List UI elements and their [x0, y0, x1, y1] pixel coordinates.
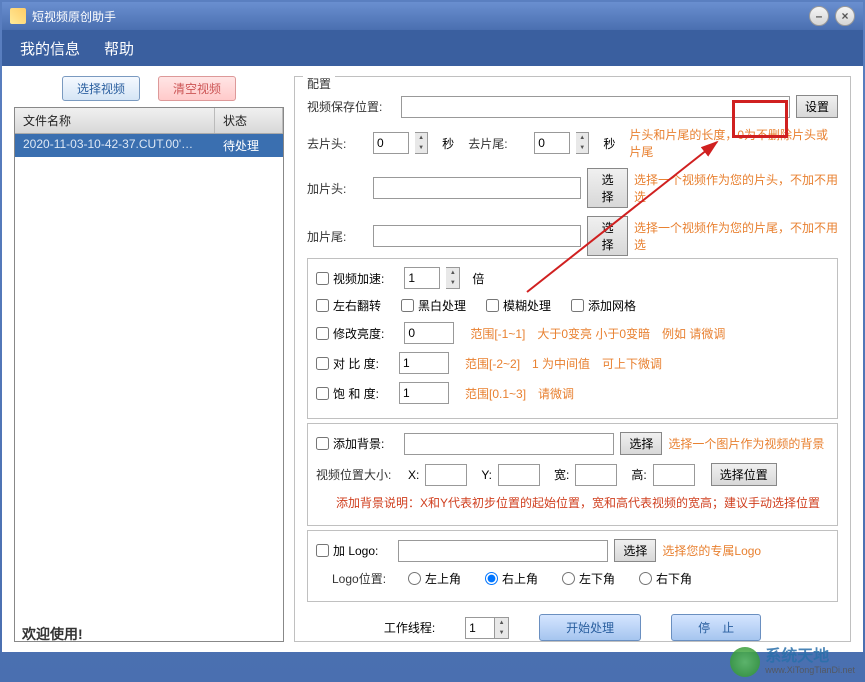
- w-label: 宽:: [554, 466, 569, 483]
- h-input[interactable]: [653, 464, 695, 486]
- menu-my-info[interactable]: 我的信息: [20, 38, 80, 59]
- choose-head-button[interactable]: 选择: [587, 168, 628, 208]
- add-tail-hint: 选择一个视频作为您的片尾，不加不用选: [634, 219, 838, 253]
- effects-group: 视频加速: ▲▼ 倍 左右翻转 黑白处理 模糊处理 添加网格 修改亮度: 范围[…: [307, 258, 838, 419]
- brightness-hint: 范围[-1~1] 大于0变亮 小于0变暗 例如 请微调: [470, 325, 725, 342]
- trim-head-label: 去片头:: [307, 135, 367, 152]
- config-legend: 配置: [303, 75, 335, 92]
- choose-logo-button[interactable]: 选择: [614, 539, 656, 562]
- speed-input[interactable]: [404, 267, 440, 289]
- clear-video-button[interactable]: 清空视频: [158, 76, 236, 101]
- logo-hint: 选择您的专属Logo: [662, 542, 761, 559]
- saturation-input[interactable]: [399, 382, 449, 404]
- pos-bl-radio[interactable]: 左下角: [562, 570, 615, 587]
- contrast-input[interactable]: [399, 352, 449, 374]
- seconds-label-1: 秒: [442, 135, 454, 152]
- app-icon: [10, 8, 26, 24]
- col-status: 状态: [215, 108, 283, 133]
- trim-tail-spinner[interactable]: ▲▼: [576, 132, 589, 154]
- add-tail-label: 加片尾:: [307, 228, 367, 245]
- pos-tr-radio[interactable]: 右上角: [485, 570, 538, 587]
- watermark: 系统天地 www.XiTongTianDi.net: [730, 647, 855, 677]
- add-head-label: 加片头:: [307, 180, 367, 197]
- col-filename: 文件名称: [15, 108, 215, 133]
- menu-help[interactable]: 帮助: [104, 38, 134, 59]
- seconds-label-2: 秒: [603, 135, 615, 152]
- watermark-icon: [730, 647, 760, 677]
- trim-hint: 片头和片尾的长度，0为不删除片头或片尾: [629, 126, 838, 160]
- grid-checkbox[interactable]: 添加网格: [571, 297, 636, 314]
- watermark-name: 系统天地: [765, 649, 855, 665]
- config-panel: 配置 视频保存位置: 设置 去片头: ▲▼ 秒 去片尾: ▲▼ 秒 片头和片尾的…: [294, 76, 851, 642]
- pos-tl-radio[interactable]: 左上角: [408, 570, 461, 587]
- save-location-label: 视频保存位置:: [307, 98, 395, 115]
- status-text: 欢迎使用!: [22, 624, 83, 644]
- h-label: 高:: [631, 466, 646, 483]
- w-input[interactable]: [575, 464, 617, 486]
- threads-label: 工作线程:: [384, 619, 435, 636]
- bg-note: 添加背景说明：X和Y代表初步位置的起始位置，宽和高代表视频的宽高；建议手动选择位…: [336, 494, 820, 511]
- logo-input[interactable]: [398, 540, 608, 562]
- logo-group: 加 Logo: 选择 选择您的专属Logo Logo位置: 左上角 右上角 左下…: [307, 530, 838, 602]
- speed-spinner[interactable]: ▲▼: [446, 267, 460, 289]
- add-head-input[interactable]: [373, 177, 581, 199]
- cell-status: 待处理: [215, 134, 283, 157]
- menubar: 我的信息 帮助: [2, 30, 863, 66]
- bw-checkbox[interactable]: 黑白处理: [401, 297, 466, 314]
- contrast-hint: 范围[-2~2] 1 为中间值 可上下微调: [465, 355, 662, 372]
- save-location-input[interactable]: [401, 96, 790, 118]
- y-label: Y:: [481, 468, 492, 482]
- saturation-hint: 范围[0.1~3] 请微调: [465, 385, 574, 402]
- minimize-button[interactable]: –: [809, 6, 829, 26]
- watermark-url: www.XiTongTianDi.net: [765, 665, 855, 675]
- choose-position-button[interactable]: 选择位置: [711, 463, 777, 486]
- background-group: 添加背景: 选择 选择一个图片作为视频的背景 视频位置大小: X: Y: 宽: …: [307, 423, 838, 526]
- x-label: X:: [408, 468, 419, 482]
- saturation-checkbox[interactable]: 饱 和 度:: [316, 385, 379, 402]
- trim-tail-input[interactable]: [534, 132, 570, 154]
- bg-checkbox[interactable]: 添加背景:: [316, 435, 384, 452]
- cell-filename: 2020-11-03-10-42-37.CUT.00'…: [15, 134, 215, 157]
- speed-unit: 倍: [472, 270, 484, 287]
- y-input[interactable]: [498, 464, 540, 486]
- flip-checkbox[interactable]: 左右翻转: [316, 297, 381, 314]
- pos-size-label: 视频位置大小:: [316, 466, 402, 483]
- brightness-input[interactable]: [404, 322, 454, 344]
- contrast-checkbox[interactable]: 对 比 度:: [316, 355, 379, 372]
- trim-head-spinner[interactable]: ▲▼: [415, 132, 428, 154]
- bg-hint: 选择一个图片作为视频的背景: [668, 435, 824, 452]
- video-table: 文件名称 状态 2020-11-03-10-42-37.CUT.00'… 待处理: [14, 107, 284, 642]
- stop-button[interactable]: 停 止: [671, 614, 761, 641]
- threads-spinner[interactable]: ▲▼: [495, 617, 509, 639]
- choose-bg-button[interactable]: 选择: [620, 432, 662, 455]
- blur-checkbox[interactable]: 模糊处理: [486, 297, 551, 314]
- start-button[interactable]: 开始处理: [539, 614, 641, 641]
- content-area: 选择视频 清空视频 文件名称 状态 2020-11-03-10-42-37.CU…: [2, 66, 863, 652]
- titlebar: 短视频原创助手 – ×: [2, 2, 863, 30]
- select-video-button[interactable]: 选择视频: [62, 76, 140, 101]
- add-head-hint: 选择一个视频作为您的片头，不加不用选: [634, 171, 838, 205]
- logo-pos-label: Logo位置:: [332, 570, 402, 587]
- pos-br-radio[interactable]: 右下角: [639, 570, 692, 587]
- speed-checkbox[interactable]: 视频加速:: [316, 270, 384, 287]
- add-tail-input[interactable]: [373, 225, 581, 247]
- set-location-button[interactable]: 设置: [796, 95, 838, 118]
- threads-input[interactable]: [465, 617, 495, 639]
- app-title: 短视频原创助手: [32, 8, 116, 25]
- app-window: 短视频原创助手 – × 我的信息 帮助 选择视频 清空视频 文件名称 状态 20…: [0, 0, 865, 682]
- bg-input[interactable]: [404, 433, 614, 455]
- choose-tail-button[interactable]: 选择: [587, 216, 628, 256]
- x-input[interactable]: [425, 464, 467, 486]
- brightness-checkbox[interactable]: 修改亮度:: [316, 325, 384, 342]
- table-row[interactable]: 2020-11-03-10-42-37.CUT.00'… 待处理: [15, 134, 283, 157]
- trim-head-input[interactable]: [373, 132, 409, 154]
- left-panel: 选择视频 清空视频 文件名称 状态 2020-11-03-10-42-37.CU…: [14, 76, 284, 642]
- trim-tail-label: 去片尾:: [468, 135, 528, 152]
- logo-checkbox[interactable]: 加 Logo:: [316, 542, 378, 559]
- close-button[interactable]: ×: [835, 6, 855, 26]
